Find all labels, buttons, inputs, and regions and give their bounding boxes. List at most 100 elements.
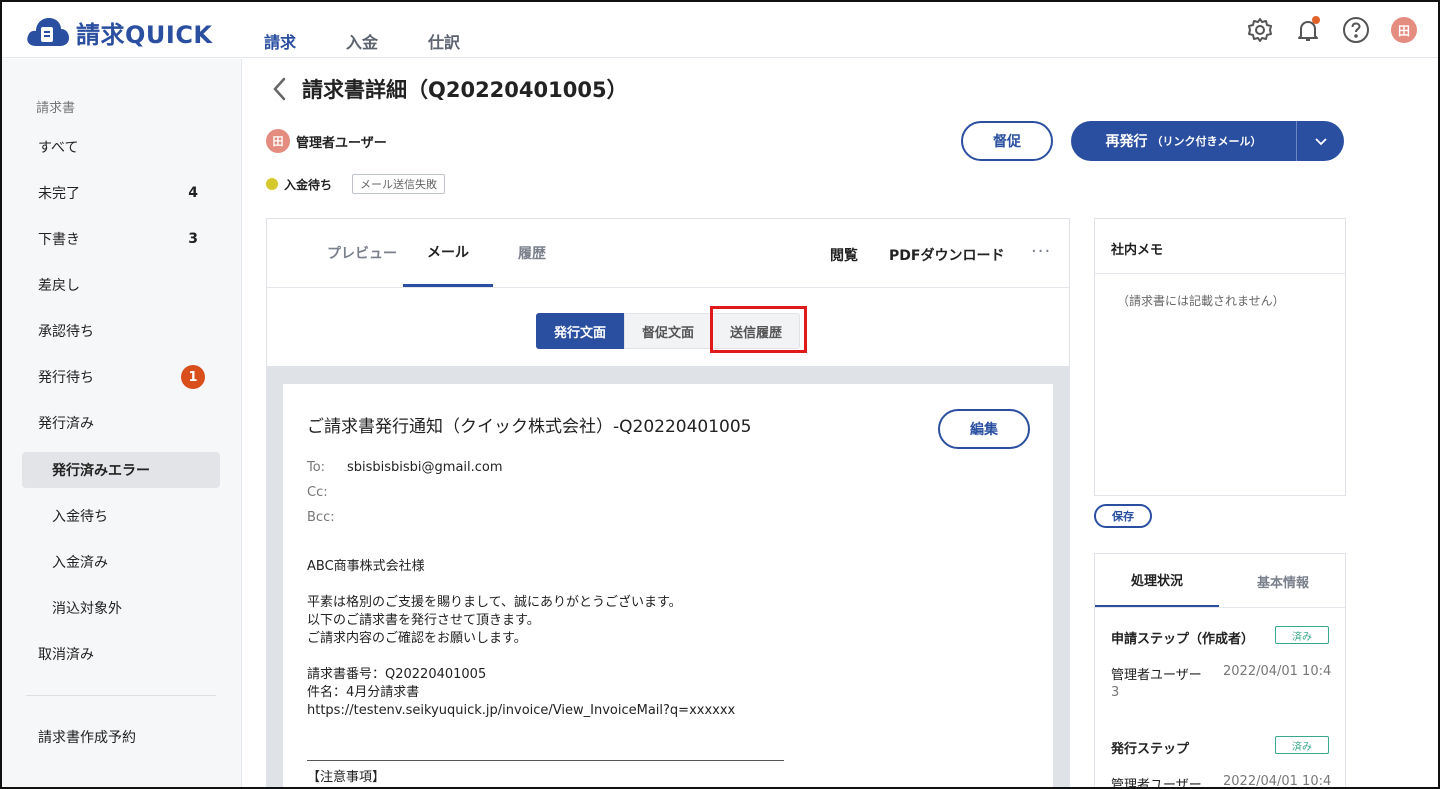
back-chevron-icon[interactable] [268,75,292,103]
more-options-icon[interactable]: ··· [1031,241,1051,262]
sidebar-item-incomplete[interactable]: 未完了 4 [22,175,220,211]
cloud-logo-icon [27,18,69,46]
mail-body-link[interactable]: https://testenv.seikyuquick.jp/invoice/V… [307,702,735,720]
status-label: 入金待ち [284,177,333,192]
user-avatar[interactable]: 田 [1388,14,1420,46]
edit-mail-button[interactable]: 編集 [938,409,1030,449]
creator-row: 田 管理者ユーザー [266,129,387,153]
sidebar-item-label: 入金待ち [52,509,108,525]
save-memo-button[interactable]: 保存 [1094,504,1152,528]
creator-name: 管理者ユーザー [296,135,387,151]
app-logo-text: 請求QUICK [76,20,213,49]
pdf-download-link[interactable]: PDFダウンロード [889,245,1004,265]
nav-invoice[interactable]: 請求 [264,29,296,53]
sidebar-divider [26,695,216,696]
sidebar-item-label: すべて [38,140,79,156]
sidebar-item-badge: 1 [181,365,205,389]
step-date: 2022/04/01 10:4 [1223,664,1332,679]
sidebar-item-awaiting-issue[interactable]: 発行待ち 1 [22,359,220,395]
sidebar-item-label: 差戻し [38,278,80,294]
mail-subject: ご請求書発行通知（クイック株式会社）-Q20220401005 [307,417,752,437]
process-tab-divider [1095,607,1345,608]
sidebar-item-all[interactable]: すべて [22,129,220,165]
sidebar-item-label: 請求書作成予約 [38,730,136,746]
mail-body-line: 件名：4月分請求書 [307,685,420,700]
sidebar-item-paid[interactable]: 入金済み [22,544,220,580]
reissue-dropdown-toggle[interactable] [1297,136,1344,146]
sidebar-item-label: 未完了 [38,186,80,202]
step-status-badge: 済み [1275,736,1329,754]
sidebar-item-awaiting-payment[interactable]: 入金待ち [22,498,220,534]
tab-history[interactable]: 履歴 [497,219,567,287]
top-header: 請求QUICK 請求 入金 仕訳 田 [2,2,1438,58]
sidebar-item-count: 4 [188,185,198,201]
sidebar-item-label: 発行済みエラー [52,463,150,479]
nav-journal[interactable]: 仕訳 [428,29,460,53]
remind-button[interactable]: 督促 [961,121,1053,161]
sidebar-item-label: 承認待ち [38,324,94,340]
reissue-button-group: 再発行 （リンク付きメール） [1071,121,1344,161]
sidebar-item-label: 取消済み [38,647,94,663]
page-title-row: 請求書詳細（Q20220401005） [268,74,628,104]
sidebar-item-excluded[interactable]: 消込対象外 [22,590,220,626]
memo-title: 社内メモ [1111,243,1164,258]
sidebar-item-count: 3 [188,231,198,247]
top-nav: 請求 入金 仕訳 [264,29,510,53]
mail-body-line: 以下のご請求書を発行させて頂きます。 [307,613,540,628]
segment-issue-text[interactable]: 発行文面 [536,313,624,349]
detail-tabs: プレビュー メール 履歴 閲覧 PDFダウンロード ··· [267,219,1069,288]
header-icons: 田 [1228,14,1420,46]
tab-process-status[interactable]: 処理状況 [1095,554,1219,608]
step-title: 申請ステップ（作成者） [1111,632,1255,647]
step-date-tail: 3 [1111,685,1120,700]
status-row: 入金待ち メール送信失敗 [266,174,446,194]
view-link[interactable]: 閲覧 [830,245,858,265]
app-logo[interactable]: 請求QUICK [24,14,213,50]
memo-divider [1095,273,1345,274]
help-question-icon[interactable] [1340,14,1372,46]
segment-reminder-text[interactable]: 督促文面 [624,313,712,349]
step-date: 2022/04/01 10:4 [1223,774,1332,789]
mail-to-value: sbisbisbisbi@gmail.com [347,460,503,475]
mail-divider [307,760,784,761]
app-window: 請求QUICK 請求 入金 仕訳 田 請求書 すべて 未完了 4 下書き 3 差… [0,0,1440,789]
tab-mail[interactable]: メール [403,219,493,287]
sidebar-item-scheduled[interactable]: 請求書作成予約 [22,719,220,755]
invoice-detail-card: プレビュー メール 履歴 閲覧 PDFダウンロード ··· 発行文面 督促文面 … [266,218,1070,787]
step-user: 管理者ユーザー [1111,668,1202,683]
mail-body-line: 平素は格別のご支援を賜りまして、誠にありがとうございます。 [307,595,682,610]
sidebar-item-returned[interactable]: 差戻し [22,267,220,303]
sidebar-item-label: 下書き [38,232,80,248]
sidebar-item-drafts[interactable]: 下書き 3 [22,221,220,257]
status-dot-icon [266,178,278,190]
sidebar-section-title: 請求書 [36,101,76,116]
internal-memo-panel: 社内メモ （請求書には記載されません） [1094,218,1346,496]
sidebar-item-label: 消込対象外 [52,601,122,617]
mail-body-line: ご請求内容のご確認をお願いします。 [307,631,527,646]
notification-dot [1312,16,1320,24]
notification-bell-icon[interactable] [1292,14,1324,46]
status-tag: メール送信失敗 [352,174,446,194]
settings-gear-icon[interactable] [1244,14,1276,46]
nav-payment[interactable]: 入金 [346,29,378,53]
process-status-panel: 処理状況 基本情報 申請ステップ（作成者） 済み 管理者ユーザー 2022/04… [1094,553,1346,789]
sidebar-item-label: 入金済み [52,555,108,571]
sidebar-item-awaiting-approval[interactable]: 承認待ち [22,313,220,349]
sidebar-item-cancelled[interactable]: 取消済み [22,636,220,672]
reissue-button-label: 再発行 [1105,134,1148,150]
step-title: 発行ステップ [1111,742,1190,757]
reissue-button[interactable]: 再発行 （リンク付きメール） [1071,121,1297,161]
sidebar-item-label: 発行待ち [38,370,94,386]
mail-paper [283,384,1053,787]
sidebar-item-issued[interactable]: 発行済み [22,405,220,441]
mail-bcc-label: Bcc: [307,510,335,525]
step-user: 管理者ユーザー [1111,778,1202,789]
step-status-badge: 済み [1275,626,1329,644]
tab-basic-info[interactable]: 基本情報 [1221,554,1345,608]
mail-body-line: ABC商事株式会社様 [307,559,425,574]
sidebar-item-issued-error[interactable]: 発行済みエラー [22,452,220,488]
user-avatar-initial: 田 [1391,17,1417,43]
sidebar: 請求書 すべて 未完了 4 下書き 3 差戻し 承認待ち 発行待ち 1 発行済み 発行… [2,59,242,787]
memo-textarea[interactable]: （請求書には記載されません） [1117,292,1285,309]
highlight-annotation-box [710,306,807,353]
